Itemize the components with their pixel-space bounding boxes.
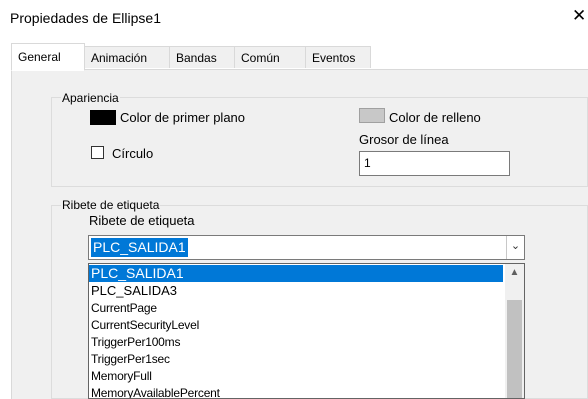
tag-label: Ribete de etiqueta xyxy=(89,213,195,228)
tab-comun[interactable]: Común xyxy=(234,46,306,68)
list-item[interactable]: PLC_SALIDA3 xyxy=(89,282,503,299)
window-title: Propiedades de Ellipse1 xyxy=(10,10,161,26)
title-bar: Propiedades de Ellipse1 ✕ xyxy=(0,0,588,34)
list-item[interactable]: TriggerPer1sec xyxy=(89,351,503,368)
chevron-down-icon[interactable]: ⌄ xyxy=(506,236,524,259)
list-item[interactable]: TriggerPer100ms xyxy=(89,334,503,351)
tab-eventos[interactable]: Eventos xyxy=(305,46,371,68)
tab-general[interactable]: General xyxy=(11,43,85,71)
tag-combobox-value: PLC_SALIDA1 xyxy=(91,238,188,257)
tag-combobox[interactable]: PLC_SALIDA1 ⌄ xyxy=(88,235,525,260)
circle-checkbox[interactable] xyxy=(91,146,104,159)
list-item[interactable]: CurrentSecurityLevel xyxy=(89,317,503,334)
tab-animacion[interactable]: Animación xyxy=(84,46,170,68)
list-item[interactable]: MemoryFull xyxy=(89,368,503,385)
scroll-up-icon[interactable]: ▲ xyxy=(505,264,524,281)
list-item[interactable]: MemoryAvailablePercent xyxy=(89,385,503,398)
line-width-label: Grosor de línea xyxy=(359,132,449,147)
appearance-legend: Apariencia xyxy=(61,91,120,105)
tag-group-legend: Ribete de etiqueta xyxy=(61,198,161,212)
tag-dropdown-list: PLC_SALIDA1 PLC_SALIDA3 CurrentPage Curr… xyxy=(88,263,525,399)
list-item[interactable]: PLC_SALIDA1 xyxy=(89,265,503,282)
tab-bandas[interactable]: Bandas xyxy=(169,46,235,68)
foreground-color-label: Color de primer plano xyxy=(120,110,246,125)
foreground-color-swatch[interactable] xyxy=(90,110,116,125)
fill-color-label: Color de relleno xyxy=(389,110,481,125)
scrollbar-thumb[interactable] xyxy=(507,300,522,398)
circle-label: Círculo xyxy=(112,146,154,161)
fill-color-swatch[interactable] xyxy=(359,108,385,123)
line-width-input[interactable]: 1 xyxy=(359,151,510,176)
list-item[interactable]: CurrentPage xyxy=(89,300,503,317)
close-icon[interactable]: ✕ xyxy=(572,7,586,24)
dropdown-scrollbar[interactable]: ▲ xyxy=(505,264,524,398)
